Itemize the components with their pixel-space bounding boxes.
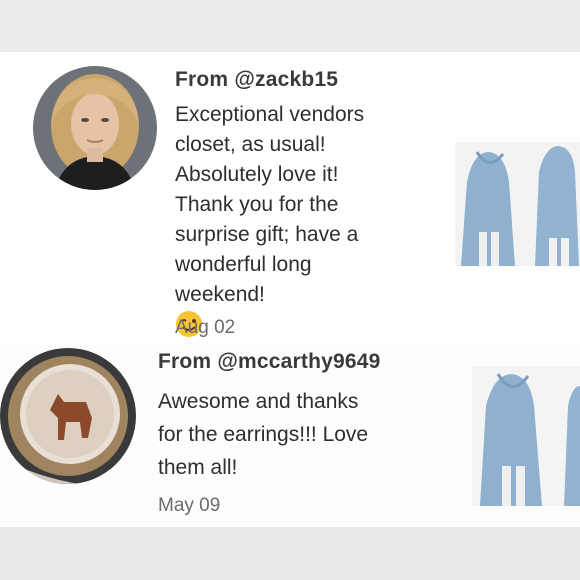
product-thumbnail[interactable] [455,142,580,266]
review-message: Awesome and thanks for the earrings!!! L… [158,385,368,484]
message-line: for the earrings!!! Love [158,423,369,446]
review-date: Aug 02 [175,317,236,338]
message-line: Awesome and thanks [158,390,359,413]
message-line: weekend! [175,283,265,306]
top-band [0,0,580,52]
avatar[interactable] [33,66,157,190]
message-line: them all! [158,456,238,479]
message-line: Thank you for the [175,193,339,216]
review-date: May 09 [158,495,221,516]
review-card: From @mccarthy9649 Awesome and thanks fo… [0,342,580,527]
avatar[interactable] [0,348,136,484]
bottom-band [0,527,580,580]
review-author[interactable]: From @mccarthy9649 [158,350,381,374]
message-line: surprise gift; have a [175,223,359,246]
message-line: Exceptional vendors [175,103,365,126]
message-line: wonderful long [175,253,312,276]
review-author[interactable]: From @zackb15 [175,68,338,92]
review-card: From @zackb15 Exceptional vendors closet… [0,52,580,376]
product-thumbnail[interactable] [472,366,580,506]
message-line: closet, as usual! [175,133,326,156]
message-line: Absolutely love it! [175,163,339,186]
